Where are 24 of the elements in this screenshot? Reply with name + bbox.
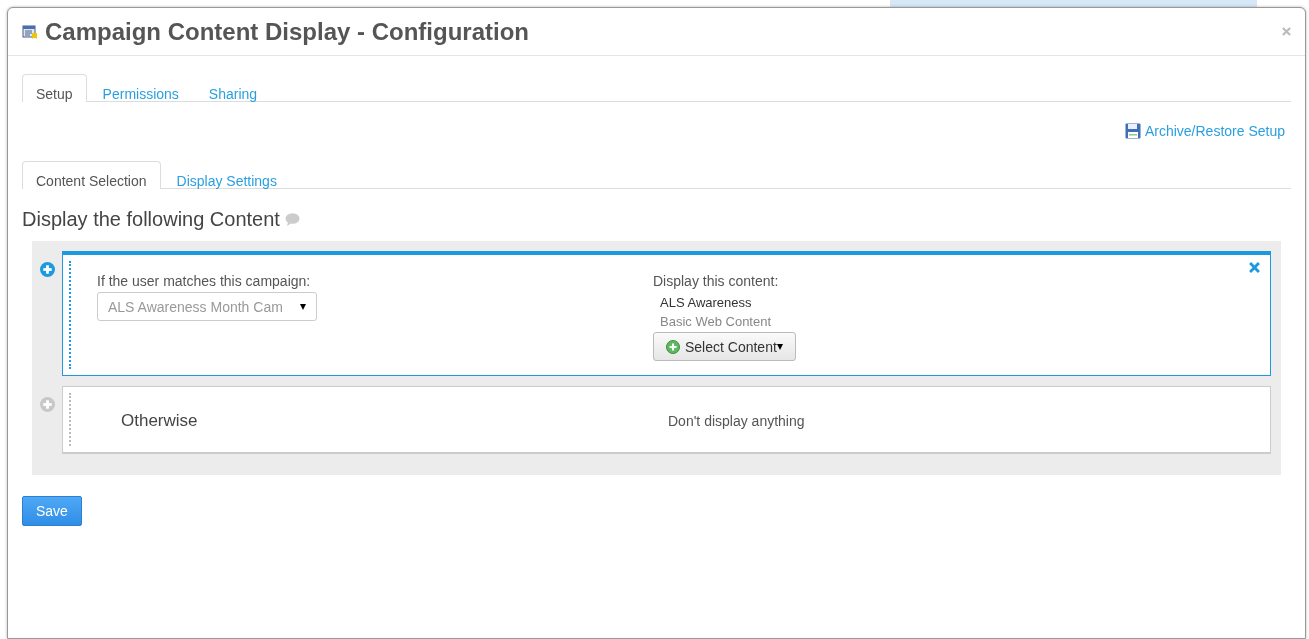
section-title: Display the following Content [22,208,280,231]
tab[interactable]: Setup [22,74,87,102]
rule-content: Don't display anything [667,412,805,431]
archive-restore-link[interactable]: Archive/Restore Setup [1124,123,1285,139]
tab[interactable]: Permissions [88,75,193,102]
add-icon [666,339,680,354]
help-icon[interactable] [284,213,300,226]
content-type: Basic Web Content [660,314,773,329]
save-button[interactable]: Save [22,496,82,526]
window-title: Campaign Content Display - Configuration [45,17,530,46]
field-label: Display this content: [653,273,780,289]
window-icon [22,23,38,40]
content-title: ALS Awareness [660,295,753,310]
select-content-button[interactable]: Select Content [653,332,796,361]
tab[interactable]: Sharing [194,75,272,102]
rule-label: Otherwise [120,410,199,432]
subtab[interactable]: Display Settings [162,162,291,189]
caret-icon [300,303,306,310]
field-label: If the user matches this campaign: [97,273,312,289]
caret-icon [776,343,783,350]
subtab[interactable]: Content Selection [22,161,161,189]
close-icon[interactable] [1282,27,1291,36]
remove-icon[interactable] [1249,262,1260,273]
campaign-select[interactable]: ALS Awareness Month Cam [97,292,317,321]
